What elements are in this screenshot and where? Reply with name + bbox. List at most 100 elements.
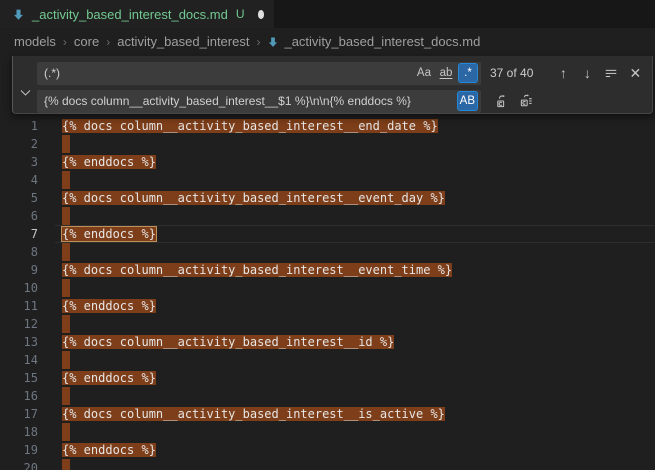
line-number: 15 <box>0 369 38 387</box>
empty-line-match-highlight <box>62 315 70 333</box>
line-content[interactable]: {% docs column__activity_based_interest_… <box>62 117 438 135</box>
find-replace-widget: (.*) Aa ab .* 37 of 40 ↑ ↓ <box>12 56 653 114</box>
line-content[interactable] <box>62 351 70 369</box>
line-number: 10 <box>0 279 38 297</box>
breadcrumb-item-models[interactable]: models <box>14 34 56 49</box>
editor-line[interactable]: 7 {% enddocs %} <box>0 225 655 243</box>
line-content[interactable]: {% enddocs %} <box>62 153 156 171</box>
find-match[interactable]: {% docs column__activity_based_interest_… <box>62 119 438 133</box>
line-content[interactable] <box>62 387 70 405</box>
tab-filename: _activity_based_interest_docs.md <box>32 7 228 22</box>
find-input-value: (.*) <box>44 66 412 80</box>
preserve-case-toggle[interactable]: AB <box>457 91 478 111</box>
editor-line[interactable]: 16 <box>0 387 655 405</box>
line-number: 2 <box>0 135 38 153</box>
empty-line-match-highlight <box>62 135 70 153</box>
editor-line[interactable]: 1{% docs column__activity_based_interest… <box>0 117 655 135</box>
chevron-down-icon <box>19 86 32 99</box>
empty-line-match-highlight <box>62 459 70 470</box>
markdown-file-icon <box>12 8 25 21</box>
editor-lines: 1{% docs column__activity_based_interest… <box>0 117 655 470</box>
find-input[interactable]: (.*) Aa ab .* <box>37 62 481 85</box>
find-match[interactable]: {% enddocs %} <box>62 371 156 385</box>
find-match[interactable]: {% docs column__activity_based_interest_… <box>62 191 445 205</box>
line-content[interactable]: {% enddocs %} <box>62 369 156 387</box>
line-number: 9 <box>0 261 38 279</box>
line-content[interactable]: {% docs column__activity_based_interest_… <box>62 405 445 423</box>
next-match-button[interactable]: ↓ <box>576 62 598 84</box>
current-find-match[interactable]: {% enddocs %} <box>62 227 156 241</box>
unsaved-changes-dot[interactable] <box>258 10 264 19</box>
editor-line[interactable]: 2 <box>0 135 655 153</box>
line-content[interactable]: {% enddocs %} <box>62 225 156 243</box>
regex-toggle[interactable]: .* <box>458 63 478 83</box>
match-count: 37 of 40 <box>490 66 533 80</box>
line-number: 6 <box>0 207 38 225</box>
match-case-toggle[interactable]: Aa <box>414 63 434 83</box>
editor-line[interactable]: 20 <box>0 459 655 470</box>
previous-match-button[interactable]: ↑ <box>552 62 574 84</box>
line-content[interactable] <box>62 135 70 153</box>
editor-line[interactable]: 6 <box>0 207 655 225</box>
whole-word-toggle[interactable]: ab <box>436 63 456 83</box>
line-number: 7 <box>0 225 38 243</box>
editor-line[interactable]: 14 <box>0 351 655 369</box>
find-match[interactable]: {% docs column__activity_based_interest_… <box>62 263 452 277</box>
line-content[interactable] <box>62 315 70 333</box>
toggle-replace-button[interactable] <box>13 56 37 113</box>
replace-button[interactable] <box>491 90 513 112</box>
empty-line-match-highlight <box>62 387 70 405</box>
line-content[interactable] <box>62 243 70 261</box>
line-number: 13 <box>0 333 38 351</box>
line-content[interactable]: {% docs column__activity_based_interest_… <box>62 189 445 207</box>
find-in-selection-button[interactable] <box>600 62 622 84</box>
line-content[interactable] <box>62 171 70 189</box>
line-content[interactable] <box>62 459 70 470</box>
line-content[interactable] <box>62 423 70 441</box>
breadcrumb-item-file[interactable]: _activity_based_interest_docs.md <box>267 34 480 49</box>
editor-line[interactable]: 11{% enddocs %} <box>0 297 655 315</box>
editor-line[interactable]: 4 <box>0 171 655 189</box>
editor-tab[interactable]: _activity_based_interest_docs.md U <box>0 0 274 28</box>
editor-line[interactable]: 17{% docs column__activity_based_interes… <box>0 405 655 423</box>
line-content[interactable]: {% enddocs %} <box>62 297 156 315</box>
line-content[interactable]: {% docs column__activity_based_interest_… <box>62 333 394 351</box>
editor-line[interactable]: 8 <box>0 243 655 261</box>
editor-line[interactable]: 18 <box>0 423 655 441</box>
editor-pane[interactable]: 1{% docs column__activity_based_interest… <box>0 55 655 470</box>
editor-line[interactable]: 15 {% enddocs %} <box>0 369 655 387</box>
line-content[interactable]: {% enddocs %} <box>62 441 156 459</box>
markdown-file-icon <box>267 36 279 48</box>
editor-line[interactable]: 9 {% docs column__activity_based_interest… <box>0 261 655 279</box>
selection-icon <box>604 66 618 80</box>
editor-line[interactable]: 19{% enddocs %} <box>0 441 655 459</box>
find-match[interactable]: {% enddocs %} <box>62 299 156 313</box>
line-number: 14 <box>0 351 38 369</box>
find-match[interactable]: {% enddocs %} <box>62 443 156 457</box>
editor-line[interactable]: 10 <box>0 279 655 297</box>
git-status-badge: U <box>236 7 245 21</box>
editor-line[interactable]: 3{% enddocs %} <box>0 153 655 171</box>
arrow-down-icon: ↓ <box>584 65 591 81</box>
empty-line-match-highlight <box>62 351 70 369</box>
find-match[interactable]: {% docs column__activity_based_interest_… <box>62 335 394 349</box>
find-match[interactable]: {% docs column__activity_based_interest_… <box>62 407 445 421</box>
close-icon: ✕ <box>630 65 642 82</box>
line-content[interactable]: {% docs column__activity_based_interest_… <box>62 261 452 279</box>
breadcrumb-separator: › <box>63 35 67 49</box>
empty-line-match-highlight <box>62 171 70 189</box>
editor-line[interactable]: 12 <box>0 315 655 333</box>
editor-line[interactable]: 13 {% docs column__activity_based_interes… <box>0 333 655 351</box>
line-number: 5 <box>0 189 38 207</box>
breadcrumb-item-activity-based-interest[interactable]: activity_based_interest <box>117 34 249 49</box>
line-content[interactable] <box>62 279 70 297</box>
close-find-widget-button[interactable]: ✕ <box>624 62 646 84</box>
replace-icon <box>495 94 510 109</box>
editor-line[interactable]: 5 {% docs column__activity_based_interest… <box>0 189 655 207</box>
breadcrumb-separator: › <box>106 35 110 49</box>
replace-input[interactable]: {% docs column__activity_based_interest_… <box>37 90 481 113</box>
line-content[interactable] <box>62 207 70 225</box>
breadcrumb-item-core[interactable]: core <box>74 34 99 49</box>
find-match[interactable]: {% enddocs %} <box>62 155 156 169</box>
replace-all-button[interactable] <box>515 90 537 112</box>
